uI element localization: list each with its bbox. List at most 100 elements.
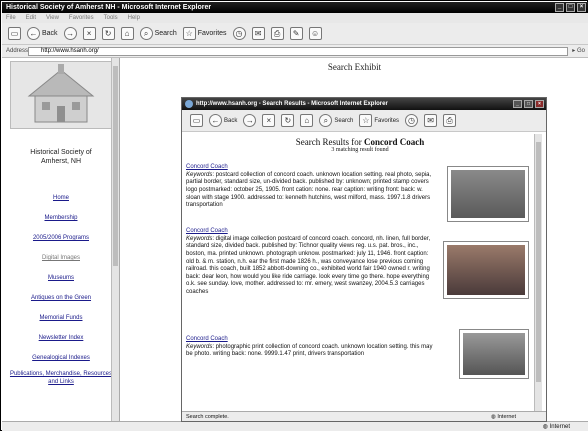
go-label: Go [576, 48, 585, 54]
browser-window: Historical Society of Amherst NH - Micro… [0, 0, 588, 431]
popup-scrollbar[interactable] [534, 134, 542, 411]
search-button[interactable]: ⌕ Search [139, 27, 177, 40]
sidebar-item-newsletter[interactable]: Newsletter Index [2, 328, 120, 348]
maximize-button[interactable]: □ [566, 3, 575, 12]
popup-back-label: Back [224, 117, 238, 124]
popup-close-button[interactable]: × [535, 100, 544, 108]
sidebar-item-digital-images[interactable]: Digital Images [2, 248, 120, 268]
result-thumbnail[interactable] [459, 329, 529, 380]
stop-button[interactable]: × [82, 27, 96, 40]
popup-star-icon: ☆ [359, 114, 373, 127]
popup-forward-button[interactable]: → [243, 114, 257, 127]
popup-print-button[interactable]: ⎙ [443, 114, 457, 127]
address-bar: Address http://www.hsanh.org/ ▸ Go [2, 45, 588, 58]
menu-file[interactable]: File [6, 13, 16, 23]
results-count: 3 matching result found [331, 146, 389, 153]
minimize-button[interactable]: _ [555, 3, 564, 12]
go-button[interactable]: ▸ Go [572, 47, 585, 56]
home-button[interactable]: ⌂ [120, 27, 134, 40]
sidebar-item-programs[interactable]: 2005/2006 Programs [2, 228, 120, 248]
sidebar-item-memorial-funds[interactable]: Memorial Funds [2, 308, 120, 328]
back-label: Back [42, 30, 58, 37]
popup-mail-button[interactable]: ✉ [424, 114, 438, 127]
messenger-button[interactable]: ☺ [308, 27, 322, 40]
keywords-label: Keywords [186, 171, 213, 178]
menu-bar: File Edit View Favorites Tools Help [2, 13, 588, 23]
favorites-button[interactable]: ☆ Favorites [182, 27, 227, 40]
popup-status-bar: Search complete. ◍ Internet [182, 411, 546, 421]
menu-view[interactable]: View [46, 13, 59, 23]
society-title-line2: Amherst, NH [40, 158, 82, 165]
back-button[interactable]: ← Back [27, 27, 58, 40]
sidebar-scroll-thumb[interactable] [113, 66, 118, 266]
search-label: Search [154, 30, 177, 37]
popup-minimize-button[interactable]: _ [513, 100, 522, 108]
results-heading-prefix: Search Results for [295, 137, 364, 147]
print-button[interactable]: ⎙ [270, 27, 284, 40]
refresh-button[interactable]: ↻ [101, 27, 115, 40]
mail-button[interactable]: ✉ [251, 27, 265, 40]
window-titlebar: Historical Society of Amherst NH - Micro… [2, 2, 588, 13]
popup-security-zone: ◍ Internet [491, 412, 516, 422]
sidebar-scrollbar[interactable] [111, 58, 119, 421]
page-title: Search Exhibit [327, 62, 382, 72]
result-thumbnail[interactable] [447, 166, 529, 223]
page-icon[interactable]: ▭ [8, 27, 21, 40]
sidebar-item-antiques[interactable]: Antiques on the Green [2, 288, 120, 308]
window-title: Historical Society of Amherst NH - Micro… [6, 4, 212, 11]
search-results-window: http://www.hsanh.org - Search Results - … [181, 97, 547, 422]
popup-favorites-button[interactable]: ☆ Favorites [359, 114, 399, 127]
favorites-label: Favorites [197, 30, 227, 37]
popup-back-button[interactable]: ← Back [209, 114, 237, 127]
keywords-label: Keywords [186, 343, 213, 350]
popup-scroll-thumb[interactable] [536, 142, 541, 382]
result-item: Concord Coach Keywords: photographic pri… [186, 329, 534, 386]
popup-home-button[interactable]: ⌂ [300, 114, 314, 127]
menu-tools[interactable]: Tools [104, 13, 118, 23]
popup-search-icon: ⌕ [319, 114, 333, 127]
close-button[interactable]: × [577, 3, 586, 12]
popup-favorites-label: Favorites [374, 117, 400, 124]
popup-maximize-button[interactable]: □ [524, 100, 533, 108]
popup-toolbar: ▭ ← Back → × ↻ ⌂ ⌕ Search ☆ Favorites ◷ … [182, 110, 546, 132]
result-item: Concord Coach Keywords: postcard collect… [186, 164, 534, 228]
zone-label: Internet [549, 424, 570, 430]
popup-history-button[interactable]: ◷ [405, 114, 419, 127]
sidebar-item-genealogical[interactable]: Genealogical Indexes [2, 348, 120, 368]
sidebar-nav: Home Membership 2005/2006 Programs Digit… [2, 188, 120, 388]
sidebar-item-museums[interactable]: Museums [2, 268, 120, 288]
address-input[interactable]: http://www.hsanh.org/ [28, 47, 568, 56]
society-title: Historical Society of Amherst, NH [6, 148, 116, 166]
popup-window-controls: _ □ × [513, 100, 544, 108]
window-controls: _ □ × [555, 3, 586, 12]
results-heading-term: Concord Coach [363, 137, 425, 147]
forward-button[interactable]: → [63, 27, 77, 40]
back-arrow-icon: ← [27, 27, 40, 40]
address-label: Address [6, 48, 29, 54]
popup-stop-button[interactable]: × [262, 114, 276, 127]
popup-refresh-button[interactable]: ↻ [281, 114, 295, 127]
main-toolbar: ▭ ← Back → × ↻ ⌂ ⌕ Search ☆ Favorites ◷ … [2, 23, 588, 45]
result-thumbnail[interactable] [443, 241, 529, 300]
popup-search-button[interactable]: ⌕ Search [319, 114, 353, 127]
history-button[interactable]: ◷ [232, 27, 246, 40]
sidebar-item-membership[interactable]: Membership [2, 208, 120, 228]
popup-titlebar: http://www.hsanh.org - Search Results - … [182, 98, 546, 110]
society-title-line1: Historical Society of [30, 149, 92, 156]
menu-favorites[interactable]: Favorites [69, 13, 94, 23]
result-link[interactable]: Concord Coach [186, 228, 534, 236]
popup-zone-label: Internet [497, 414, 516, 420]
results-heading: Search Results for Concord Coach [186, 137, 534, 147]
popup-globe-icon: ◍ [491, 414, 496, 420]
keywords-label: Keywords [186, 235, 213, 242]
popup-status-text: Search complete. [186, 414, 229, 420]
go-arrow-icon: ▸ [572, 48, 576, 54]
result-text: : digital image collection postcard of c… [186, 235, 431, 295]
sidebar-item-publications[interactable]: Publications, Merchandise, Resources and… [2, 368, 120, 388]
sidebar-item-home[interactable]: Home [2, 188, 120, 208]
status-bar: ◍ Internet [2, 421, 588, 431]
popup-page-icon[interactable]: ▭ [190, 114, 203, 127]
edit-button[interactable]: ✎ [289, 27, 303, 40]
menu-edit[interactable]: Edit [26, 13, 36, 23]
menu-help[interactable]: Help [128, 13, 140, 23]
